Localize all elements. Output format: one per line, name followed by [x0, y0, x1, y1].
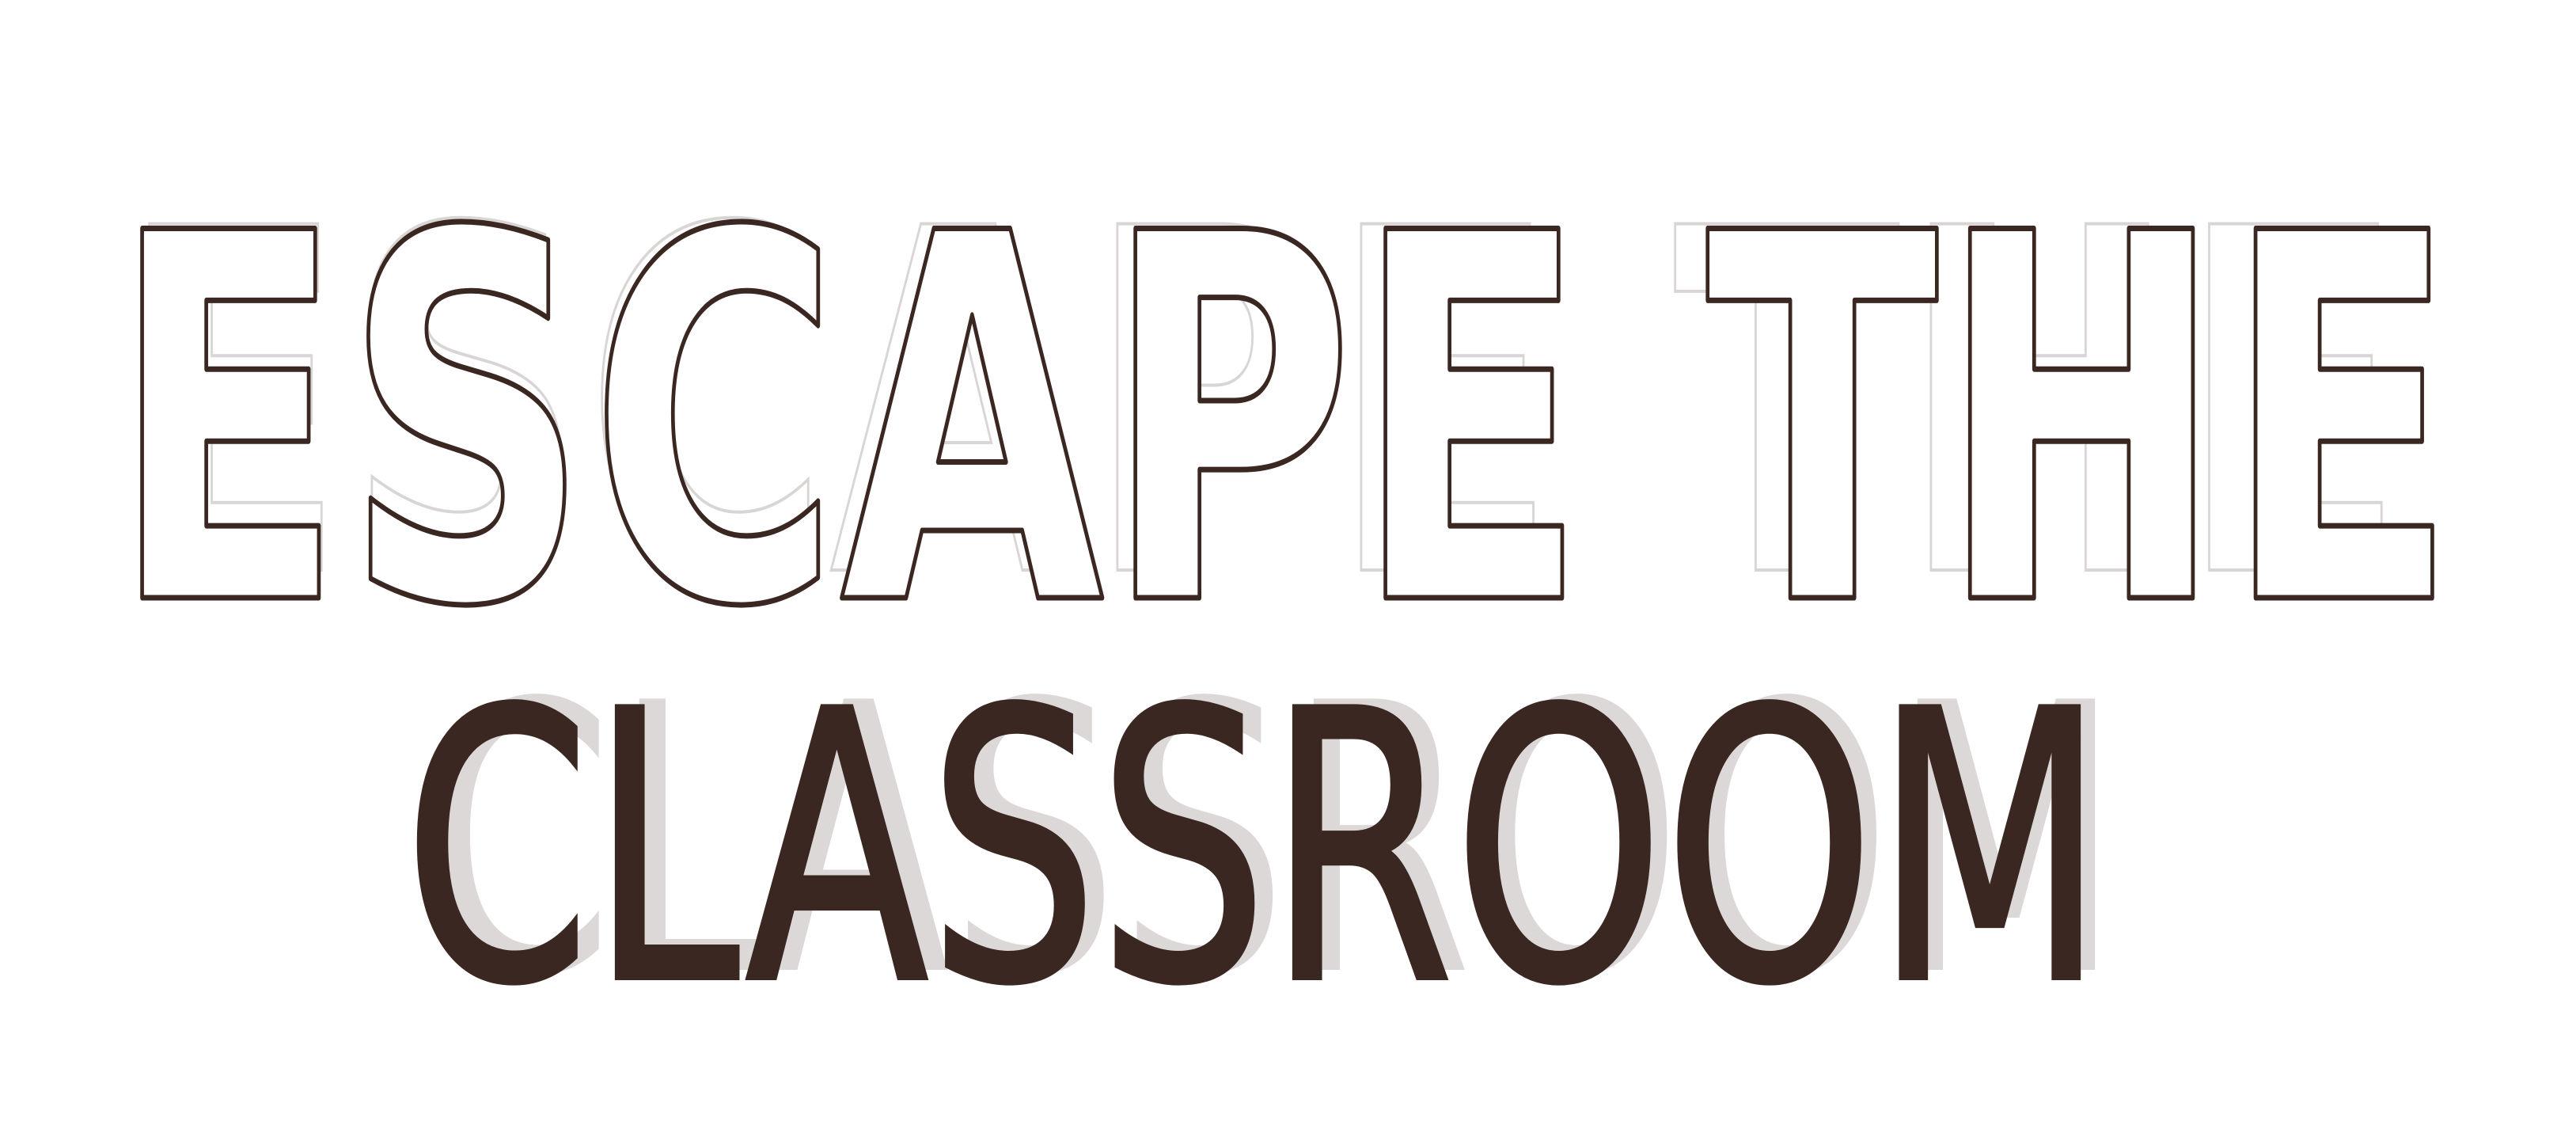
- title-line-classroom: CLASSROOM: [404, 633, 2105, 1066]
- lettering-sketch: ESCAPE THE ESCAPE THE CLASSROOM CLASSROO…: [108, 125, 2460, 1069]
